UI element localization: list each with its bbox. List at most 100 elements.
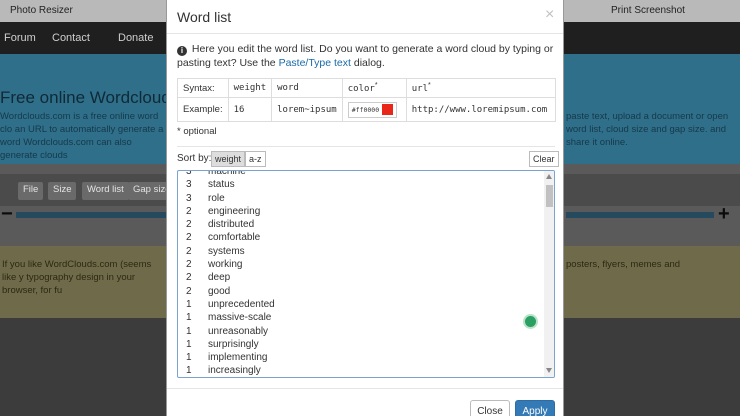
- word-row: 1 implementing: [186, 351, 536, 364]
- scroll-down-icon[interactable]: [546, 368, 552, 373]
- word-row: 2 comfortable: [186, 231, 536, 244]
- zoom-slider-left[interactable]: [16, 212, 166, 218]
- syntax-table: Syntax: weight word color* url* Example:…: [177, 78, 557, 122]
- word-text: status: [208, 179, 235, 191]
- word-row: 1 surprisingly: [186, 338, 536, 351]
- word-row: 2 deep: [186, 271, 536, 284]
- word-weight: 2: [186, 259, 192, 271]
- example-color-hex: #ff0000: [351, 105, 380, 114]
- dialog-footer: Close Apply: [167, 388, 563, 416]
- word-weight: 2: [186, 219, 192, 231]
- nav-contact[interactable]: Contact: [52, 32, 90, 44]
- word-text: machine: [208, 170, 246, 177]
- zoom-in-icon[interactable]: +: [718, 203, 730, 226]
- word-weight: 3: [186, 192, 192, 204]
- word-text: unreasonably: [208, 325, 269, 337]
- scroll-thumb[interactable]: [546, 185, 553, 207]
- word-row: 2 distributed: [186, 218, 536, 231]
- example-color-cell: #ff0000: [341, 97, 407, 122]
- word-weight: 1: [186, 312, 192, 324]
- word-text: surprisingly: [208, 338, 259, 350]
- section-divider: [177, 146, 555, 147]
- example-row: Example: 16 lorem~ipsum #ff0000 http://w…: [177, 97, 557, 122]
- zoom-out-icon[interactable]: −: [1, 203, 13, 226]
- word-weight: 2: [186, 245, 192, 257]
- nav-donate[interactable]: Donate: [118, 32, 153, 44]
- word-weight: 3: [186, 179, 192, 191]
- word-text: implementing: [208, 352, 268, 364]
- syntax-label: Syntax:: [177, 78, 229, 98]
- word-row: 1 unprecedented: [186, 298, 536, 311]
- word-weight: 3: [186, 170, 192, 177]
- example-weight: 16: [227, 97, 273, 122]
- word-list-dialog: Word list × i Here you edit the word lis…: [166, 0, 564, 416]
- example-label: Example:: [177, 97, 229, 122]
- word-weight: 1: [186, 365, 192, 377]
- word-text: good: [208, 285, 231, 297]
- zoom-slider-right[interactable]: [566, 212, 714, 218]
- word-row: 3 role: [186, 192, 536, 205]
- sort-weight-button[interactable]: weight: [211, 151, 246, 167]
- info-text: i Here you edit the word list. Do you wa…: [177, 42, 555, 70]
- toolbar-word-list[interactable]: Word list: [82, 182, 129, 200]
- dialog-body: i Here you edit the word list. Do you wa…: [177, 42, 559, 378]
- sort-by-label: Sort by:: [177, 153, 212, 164]
- word-list-content: 3 machine 3 status 3 role 2 engineering 2 distrib…: [186, 170, 536, 377]
- word-row: 1 increasingly: [186, 364, 536, 377]
- toolbar-file[interactable]: File: [18, 182, 44, 200]
- tab-photo-resizer[interactable]: Photo Resizer: [10, 5, 73, 16]
- word-list-textarea[interactable]: 3 machine 3 status 3 role 2 engineering 2 distrib…: [177, 170, 555, 378]
- word-weight: 2: [186, 205, 192, 217]
- syntax-color: color: [347, 84, 375, 94]
- clear-button[interactable]: Clear: [529, 151, 559, 167]
- tab-print-screenshot[interactable]: Print Screenshot: [611, 5, 685, 16]
- example-color-picker[interactable]: #ff0000: [347, 101, 398, 118]
- apply-button[interactable]: Apply: [515, 400, 555, 416]
- promo-note-left: If you like WordClouds.com (seems like y…: [2, 259, 152, 296]
- url-optional-mark: *: [428, 82, 431, 89]
- syntax-color-cell: color*: [341, 78, 407, 98]
- word-text: role: [208, 192, 225, 204]
- word-weight: 1: [186, 325, 192, 337]
- word-text: working: [208, 259, 243, 271]
- color-swatch: [382, 104, 394, 115]
- sort-toggle-group: weight a-z: [211, 151, 266, 167]
- scroll-up-icon[interactable]: [546, 174, 552, 179]
- word-row: 1 unreasonably: [186, 325, 536, 338]
- word-row: 2 good: [186, 285, 536, 298]
- word-weight: 1: [186, 298, 192, 310]
- syntax-url-cell: url*: [405, 78, 557, 98]
- word-row: 2 engineering: [186, 205, 536, 218]
- word-weight: 1: [186, 352, 192, 364]
- sort-az-button[interactable]: a-z: [245, 151, 266, 167]
- word-weight: 1: [186, 338, 192, 350]
- example-url: http://www.loremipsum.com: [405, 97, 557, 122]
- word-weight: 2: [186, 285, 192, 297]
- syntax-word: word: [271, 78, 343, 98]
- word-text: increasingly: [208, 365, 261, 377]
- paste-type-text-link[interactable]: Paste/Type text: [279, 57, 351, 69]
- word-weight: 2: [186, 272, 192, 284]
- word-row: 3 machine: [186, 170, 536, 178]
- syntax-url: url: [411, 84, 428, 94]
- word-row: 1 massive-scale: [186, 311, 536, 324]
- toolbar-size[interactable]: Size: [48, 182, 77, 200]
- word-row: 2 systems: [186, 245, 536, 258]
- color-optional-mark: *: [374, 82, 378, 89]
- grammar-check-icon[interactable]: [523, 314, 538, 329]
- hero-description-left: Wordclouds.com is a free online word clo…: [0, 111, 164, 161]
- syntax-row: Syntax: weight word color* url*: [177, 78, 557, 98]
- word-text: unprecedented: [208, 298, 275, 310]
- info-suffix: dialog.: [350, 57, 385, 69]
- word-row: 3 status: [186, 178, 536, 191]
- optional-note: * optional: [177, 126, 217, 137]
- list-scrollbar[interactable]: [544, 171, 554, 377]
- word-row: 2 working: [186, 258, 536, 271]
- close-button[interactable]: Close: [470, 400, 510, 416]
- hero-description-right: paste text, upload a document or open wo…: [566, 111, 729, 148]
- word-text: deep: [208, 272, 231, 284]
- close-icon[interactable]: ×: [545, 6, 554, 24]
- word-weight: 2: [186, 232, 192, 244]
- nav-forum[interactable]: Forum: [4, 32, 36, 44]
- word-text: distributed: [208, 219, 255, 231]
